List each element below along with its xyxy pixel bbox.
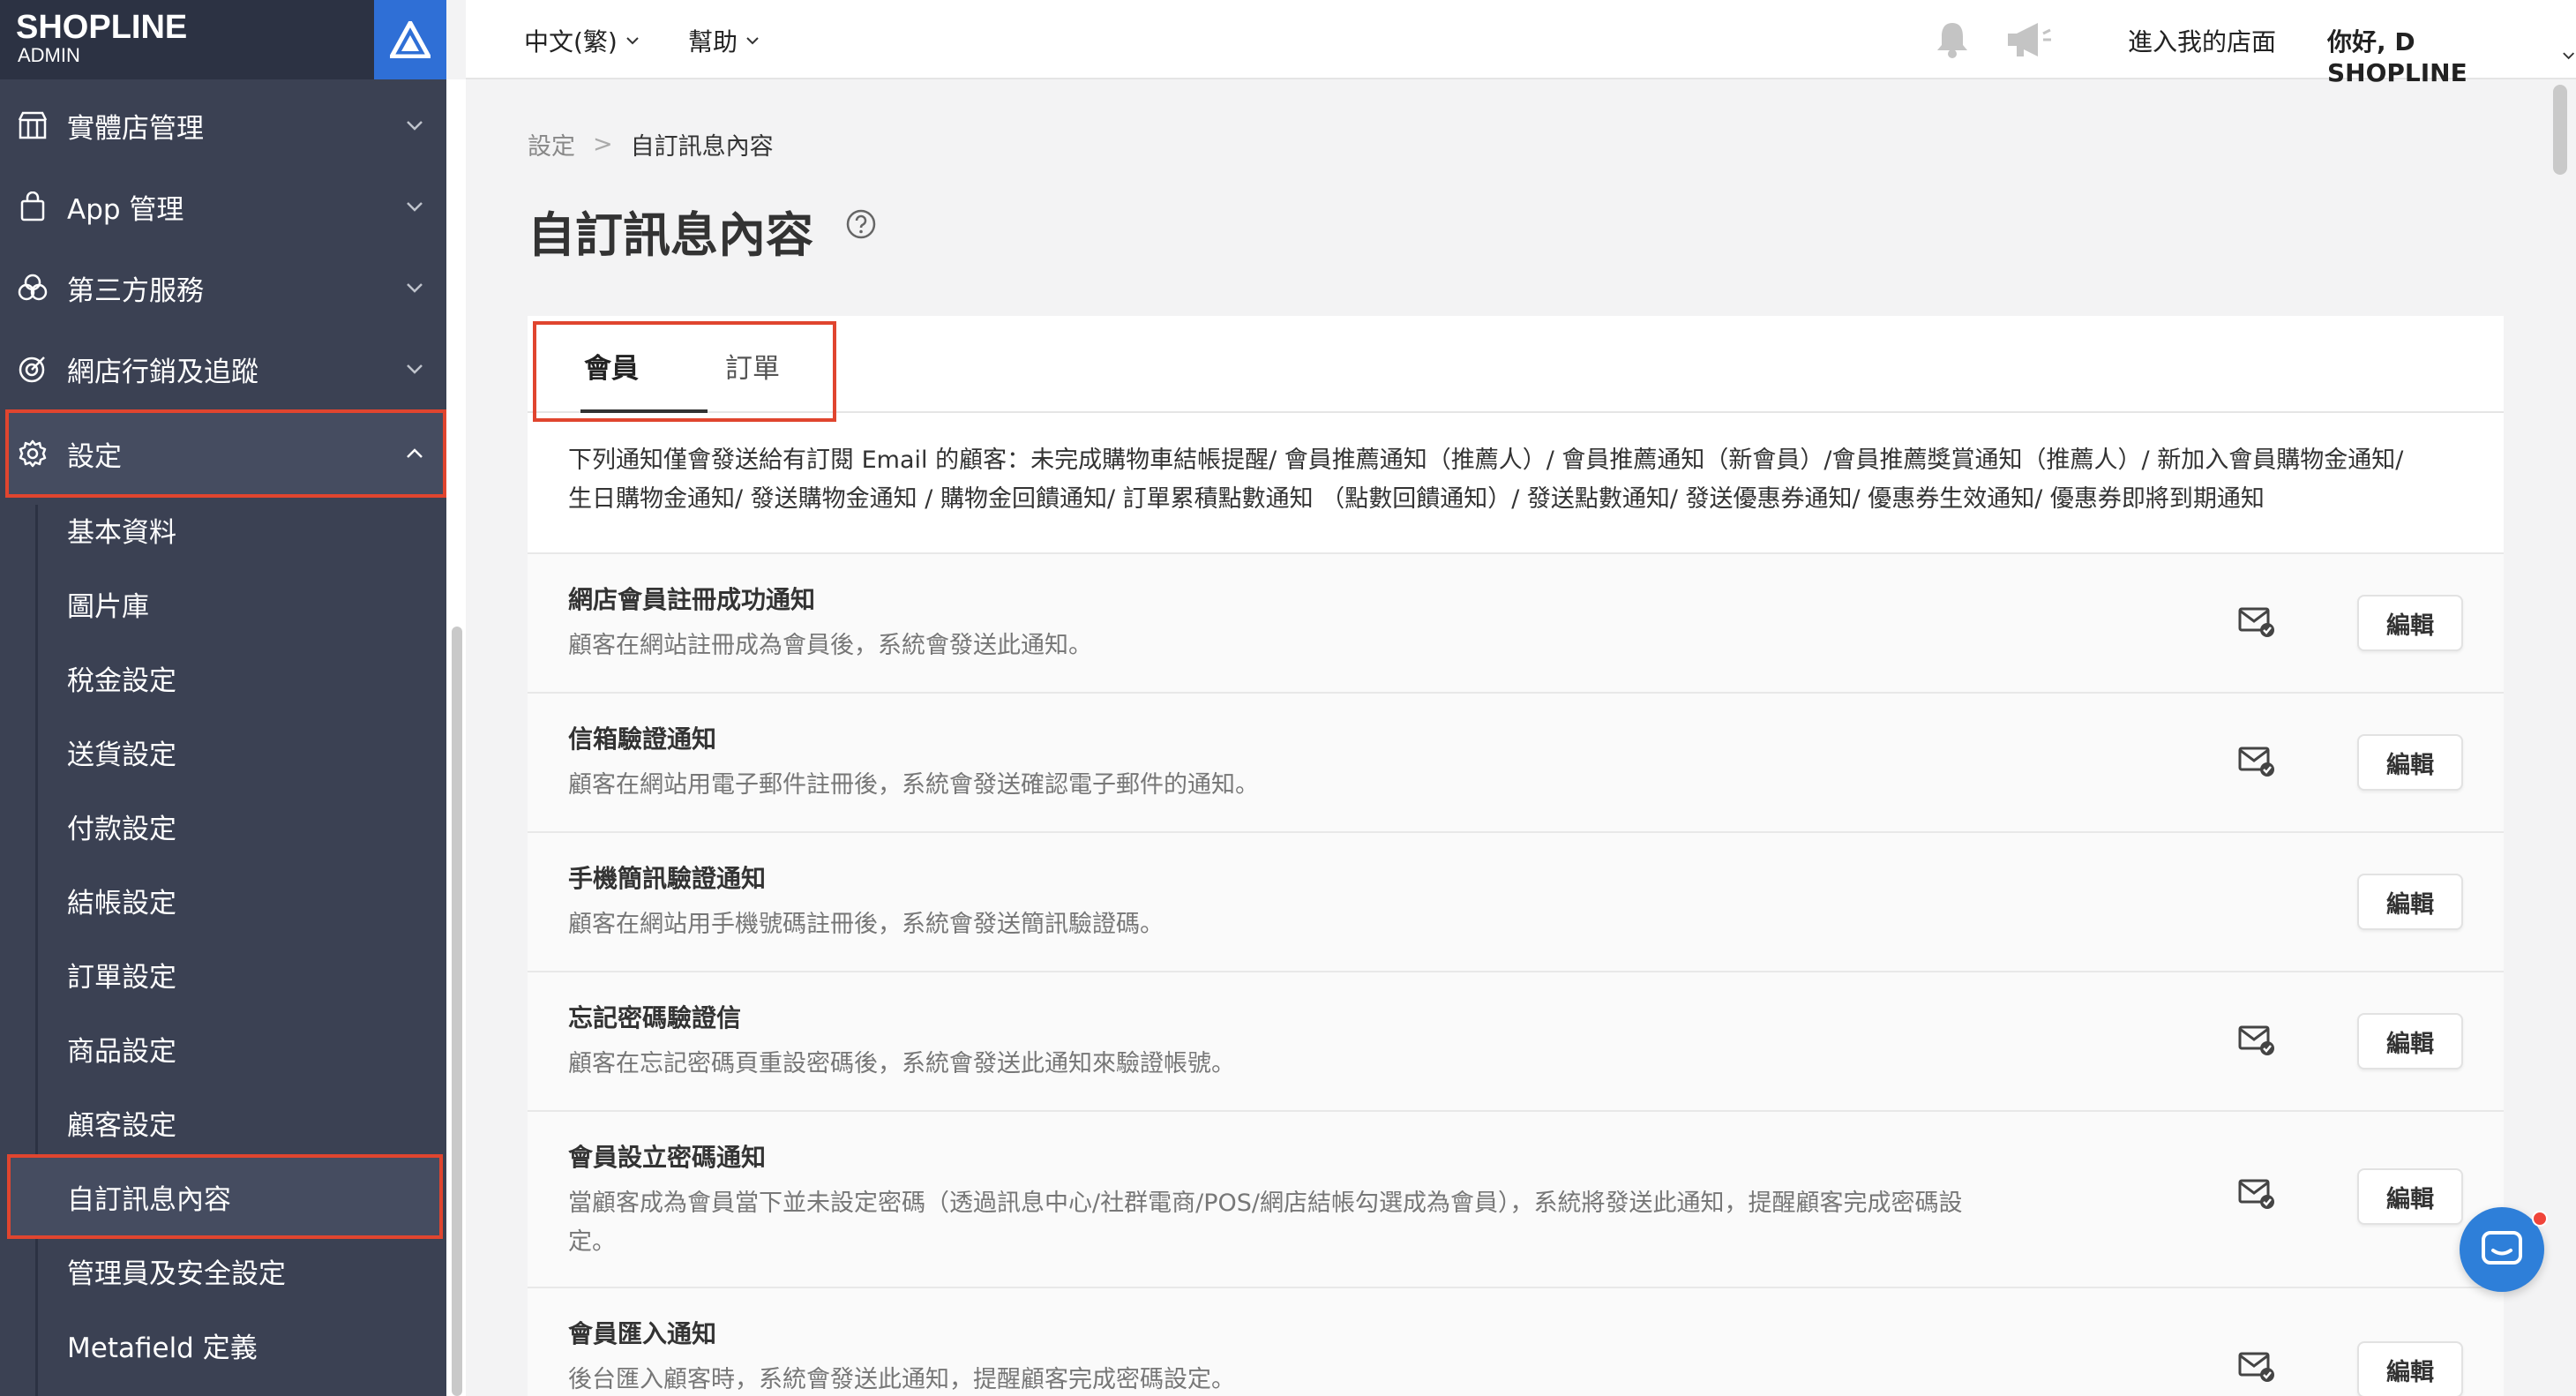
edit-button[interactable]: 編輯 [2357, 874, 2463, 930]
sidebar-subitem-admin-security[interactable]: 管理員及安全設定 [39, 1234, 441, 1308]
breadcrumb-current: 自訂訊息內容 [630, 133, 774, 161]
sidebar: SHOPLINE ADMIN 實體店管理 App 管理 第三方服務 網店行銷及追… [0, 0, 446, 1396]
chevron-down-icon [2562, 51, 2574, 59]
notification-description: 顧客在網站用手機號碼註冊後，系統會發送簡訊驗證碼。 [568, 911, 1164, 938]
language-selector[interactable]: 中文(繁) [524, 23, 640, 58]
notification-row: 信箱驗證通知 顧客在網站用電子郵件註冊後，系統會發送確認電子郵件的通知。 編輯 [528, 692, 2504, 831]
help-label: 幫助 [688, 27, 738, 56]
page-scrollbar[interactable] [2544, 81, 2576, 1396]
user-menu[interactable]: 你好, D SHOPLINE [2327, 23, 2576, 87]
notification-row: 會員設立密碼通知 當顧客成為會員當下並未設定密碼（透過訊息中心/社群電商/POS… [528, 1110, 2504, 1287]
edit-button[interactable]: 編輯 [2357, 1013, 2463, 1070]
submenu-rail [35, 505, 38, 1396]
main-content: 設定 > 自訂訊息內容 自訂訊息內容 會員 訂單 下列通知僅會發送給有訂閱 Em… [466, 81, 2576, 1396]
sidebar-item-label: App 管理 [67, 193, 184, 226]
chat-icon [2482, 1231, 2522, 1265]
logo-subtitle: ADMIN [18, 44, 80, 66]
sidebar-item-app[interactable]: App 管理 [0, 166, 446, 247]
chevron-down-icon [746, 37, 759, 45]
bell-icon[interactable] [1930, 18, 1974, 62]
target-icon [16, 352, 49, 386]
chevron-down-icon [626, 37, 639, 45]
megaphone-icon[interactable] [2003, 18, 2054, 62]
email-enabled-icon [2238, 1025, 2274, 1055]
sidebar-item-label: 網店行銷及追蹤 [67, 356, 258, 388]
email-enabled-icon [2238, 607, 2274, 637]
notification-description: 後台匯入顧客時，系統會發送此通知，提醒顧客完成密碼設定。 [568, 1366, 1235, 1393]
sidebar-subitem-product[interactable]: 商品設定 [39, 1011, 441, 1085]
user-greeting: 你好, D SHOPLINE [2327, 27, 2467, 87]
chat-notification-badge [2532, 1211, 2548, 1227]
sidebar-header: SHOPLINE ADMIN [0, 0, 446, 79]
notification-description: 當顧客成為會員當下並未設定密碼（透過訊息中心/社群電商/POS/網店結帳勾選成為… [568, 1190, 1963, 1256]
sidebar-item-label: 實體店管理 [67, 112, 204, 145]
notification-row: 手機簡訊驗證通知 顧客在網站用手機號碼註冊後，系統會發送簡訊驗證碼。 編輯 [528, 831, 2504, 971]
notice-line: 生日購物金通知/ 發送購物金通知 / 購物金回饋通知/ 訂單累積點數通知 （點數… [568, 485, 2265, 513]
sidebar-scrollbar-thumb[interactable] [452, 627, 462, 1396]
chevron-down-icon [407, 202, 423, 212]
edit-button[interactable]: 編輯 [2357, 1341, 2463, 1396]
sidebar-subitem-tax[interactable]: 稅金設定 [39, 641, 441, 715]
notice-line: 下列通知僅會發送給有訂閱 Email 的顧客：未完成購物車結帳提醒/ 會員推薦通… [568, 447, 2404, 474]
shopping-bag-icon [16, 190, 49, 223]
sidebar-item-marketing[interactable]: 網店行銷及追蹤 [0, 328, 446, 409]
sidebar-subitem-checkout[interactable]: 結帳設定 [39, 863, 441, 937]
sidebar-subitem-order[interactable]: 訂單設定 [39, 937, 441, 1011]
email-enabled-icon [2238, 1179, 2274, 1209]
notification-row: 忘記密碼驗證信 顧客在忘記密碼頁重設密碼後，系統會發送此通知來驗證帳號。 編輯 [528, 971, 2504, 1110]
edit-button[interactable]: 編輯 [2357, 1168, 2463, 1225]
gear-icon [16, 437, 49, 470]
sidebar-subitem-payment[interactable]: 付款設定 [39, 789, 441, 863]
breadcrumb-parent[interactable]: 設定 [528, 127, 575, 161]
notification-title: 信箱驗證通知 [568, 724, 717, 754]
sidebar-item-settings[interactable]: 設定 [5, 409, 446, 498]
sidebar-item-label: 第三方服務 [67, 274, 204, 307]
email-enabled-icon [2238, 1352, 2274, 1382]
store-icon [16, 109, 49, 142]
breadcrumb: 設定 > 自訂訊息內容 [528, 127, 774, 161]
page-title: 自訂訊息內容 [528, 207, 813, 263]
sidebar-subitem-custom-messages[interactable]: 自訂訊息內容 [7, 1154, 443, 1239]
email-enabled-icon [2238, 747, 2274, 777]
email-notice: 下列通知僅會發送給有訂閱 Email 的顧客：未完成購物車結帳提醒/ 會員推薦通… [528, 415, 2504, 552]
notification-row: 網店會員註冊成功通知 顧客在網站註冊成為會員後，系統會發送此通知。 編輯 [528, 552, 2504, 692]
sidebar-subitem-basic-info[interactable]: 基本資料 [39, 492, 441, 567]
breadcrumb-separator: > [593, 131, 613, 158]
sidebar-subitem-metafield[interactable]: Metafield 定義 [39, 1308, 441, 1382]
edit-button[interactable]: 編輯 [2357, 595, 2463, 651]
chevron-up-icon [407, 448, 423, 458]
page-scrollbar-thumb[interactable] [2553, 85, 2567, 175]
sidebar-item-label: 設定 [67, 440, 122, 473]
chevron-down-icon [407, 364, 423, 374]
notification-title: 會員設立密碼通知 [568, 1143, 767, 1172]
notification-title: 網店會員註冊成功通知 [568, 585, 816, 614]
help-menu[interactable]: 幫助 [688, 23, 760, 58]
notification-description: 顧客在網站用電子郵件註冊後，系統會發送確認電子郵件的通知。 [568, 771, 1259, 799]
collapse-sidebar-icon[interactable] [374, 0, 446, 79]
chevron-down-icon [407, 283, 423, 293]
sidebar-subitem-delivery[interactable]: 送貨設定 [39, 715, 441, 789]
circles-icon [16, 271, 49, 304]
notification-title: 忘記密碼驗證信 [568, 1003, 742, 1032]
logo[interactable]: SHOPLINE [16, 9, 187, 47]
sidebar-subitem-customer[interactable]: 顧客設定 [39, 1085, 441, 1160]
tab-highlight-box [533, 321, 836, 422]
notification-row: 會員匯入通知 後台匯入顧客時，系統會發送此通知，提醒顧客完成密碼設定。 編輯 [528, 1287, 2504, 1396]
edit-button[interactable]: 編輯 [2357, 734, 2463, 791]
top-bar: 中文(繁) 幫助 進入我的店面 你好, D SHOPLINE [466, 0, 2576, 87]
sidebar-item-third-party[interactable]: 第三方服務 [0, 247, 446, 328]
notification-title: 會員匯入通知 [568, 1319, 717, 1348]
notification-title: 手機簡訊驗證通知 [568, 864, 767, 893]
sidebar-item-store[interactable]: 實體店管理 [0, 85, 446, 166]
notification-description: 顧客在網站註冊成為會員後，系統會發送此通知。 [568, 632, 1092, 659]
chevron-down-icon [407, 121, 423, 131]
language-label: 中文(繁) [524, 27, 618, 56]
sidebar-subitem-image-library[interactable]: 圖片庫 [39, 567, 441, 641]
settings-card: 會員 訂單 下列通知僅會發送給有訂閱 Email 的顧客：未完成購物車結帳提醒/… [528, 316, 2504, 1396]
enter-store-link[interactable]: 進入我的店面 [2128, 23, 2276, 58]
notification-description: 顧客在忘記密碼頁重設密碼後，系統會發送此通知來驗證帳號。 [568, 1050, 1235, 1077]
help-circle-icon[interactable] [845, 208, 877, 240]
